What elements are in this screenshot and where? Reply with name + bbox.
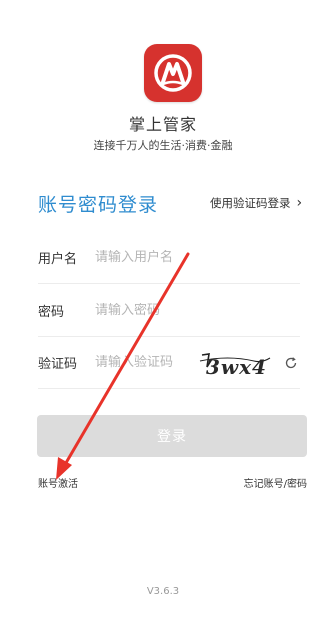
app-slogan: 连接千万人的生活·消费·金融 xyxy=(93,139,233,152)
login-button[interactable]: 登录 xyxy=(37,415,307,457)
username-label: 用户名 xyxy=(38,252,78,267)
password-row: 密码 xyxy=(38,285,300,337)
password-label: 密码 xyxy=(38,305,65,320)
login-title: 账号密码登录 xyxy=(38,194,159,216)
chevron-right-icon: › xyxy=(296,195,303,211)
version-label: V3.6.3 xyxy=(146,586,180,597)
password-input[interactable] xyxy=(95,303,205,318)
switch-to-sms-login-link[interactable]: 使用验证码登录 › xyxy=(210,195,302,211)
captcha-image[interactable]: 3wx4 xyxy=(198,349,272,379)
captcha-input[interactable] xyxy=(95,355,205,370)
refresh-icon[interactable] xyxy=(284,356,298,370)
captcha-label: 验证码 xyxy=(38,357,78,372)
username-input[interactable] xyxy=(95,250,205,265)
username-row: 用户名 xyxy=(38,232,300,284)
forgot-password-link[interactable]: 忘记账号/密码 xyxy=(244,475,307,490)
captcha-text: 3wx4 xyxy=(206,355,267,379)
account-activate-link[interactable]: 账号激活 xyxy=(38,475,78,490)
cmb-bank-logo-icon xyxy=(154,54,192,92)
app-name: 掌上管家 xyxy=(128,115,197,134)
app-logo xyxy=(144,44,202,102)
switch-login-label: 使用验证码登录 xyxy=(210,196,291,210)
